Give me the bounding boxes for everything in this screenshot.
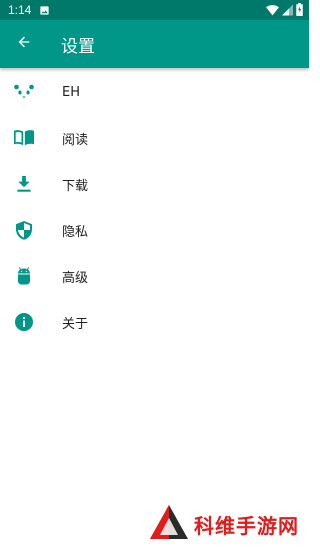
settings-item-about[interactable]: 关于 xyxy=(0,299,309,345)
settings-item-label: 下载 xyxy=(62,178,89,194)
arrow-back-icon xyxy=(16,34,32,54)
signal-icon xyxy=(282,1,293,20)
book-icon xyxy=(0,130,48,146)
watermark-text: 科维手游网 xyxy=(194,513,299,538)
settings-item-eh[interactable]: EH xyxy=(0,69,309,115)
panda-icon xyxy=(0,84,48,100)
image-icon xyxy=(39,1,50,20)
back-button[interactable] xyxy=(0,20,48,68)
android-icon xyxy=(0,267,48,285)
settings-item-advanced[interactable]: 高级 xyxy=(0,253,309,299)
settings-list: EH 阅读 下载 隐私 高级 关于 xyxy=(0,69,309,345)
settings-item-label: 隐私 xyxy=(62,224,89,240)
status-bar: 1:14 xyxy=(0,0,309,20)
settings-item-label: 高级 xyxy=(62,270,89,286)
status-time: 1:14 xyxy=(8,3,32,17)
info-icon xyxy=(0,313,48,331)
settings-item-label: 阅读 xyxy=(62,132,89,148)
download-icon xyxy=(0,176,48,192)
settings-item-read[interactable]: 阅读 xyxy=(0,115,309,161)
settings-item-privacy[interactable]: 隐私 xyxy=(0,207,309,253)
settings-item-download[interactable]: 下载 xyxy=(0,161,309,207)
app-bar: 设置 xyxy=(0,20,309,68)
watermark: 科维手游网 xyxy=(148,504,299,544)
wifi-icon xyxy=(266,1,279,20)
settings-item-label: 关于 xyxy=(62,316,89,332)
battery-icon xyxy=(296,1,303,20)
watermark-logo-icon xyxy=(148,504,190,544)
page-title: 设置 xyxy=(61,36,95,56)
shield-icon xyxy=(0,220,48,240)
settings-item-label: EH xyxy=(62,84,80,100)
